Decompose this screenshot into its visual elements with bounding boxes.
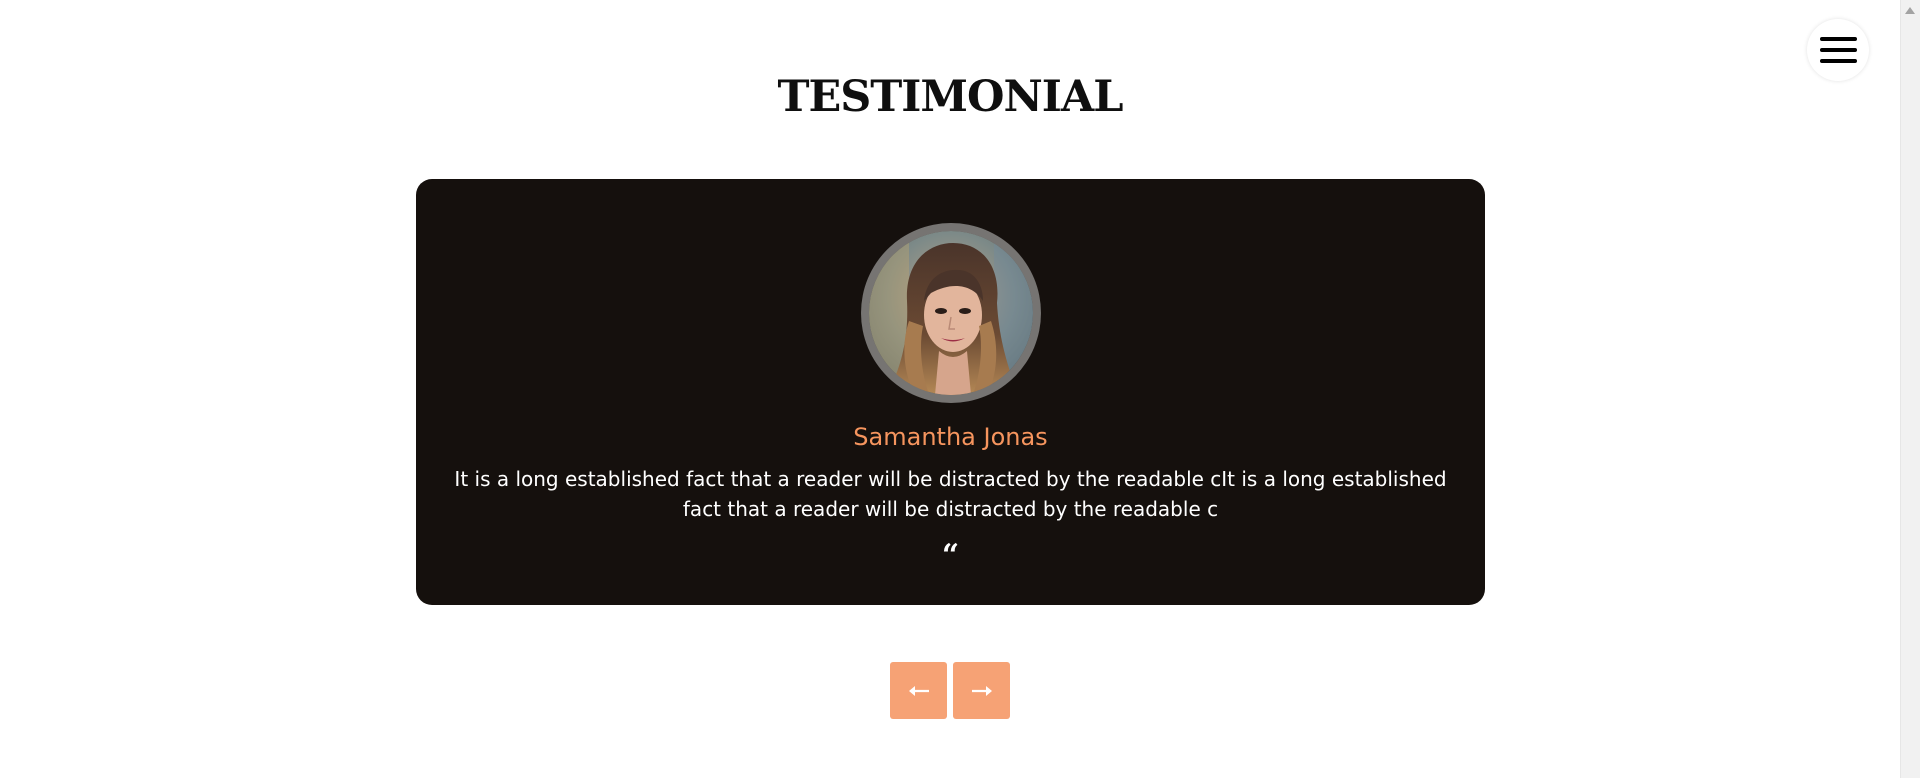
hamburger-icon-bar <box>1819 37 1857 41</box>
hamburger-icon-bar <box>1819 48 1857 52</box>
arrow-left-icon <box>908 685 929 696</box>
next-button[interactable] <box>953 662 1010 719</box>
previous-button[interactable] <box>890 662 947 719</box>
avatar <box>869 231 1033 395</box>
section-title: TESTIMONIAL <box>777 72 1123 122</box>
arrow-right-icon <box>971 685 992 696</box>
testimonial-card: Samantha Jonas It is a long established … <box>416 179 1485 605</box>
testimonial-text: It is a long established fact that a rea… <box>454 467 1447 521</box>
testimonial-author-name: Samantha Jonas <box>853 423 1048 451</box>
scroll-up-arrow-icon[interactable] <box>1905 7 1915 14</box>
quote-icon: “ <box>941 538 960 573</box>
portrait-image <box>869 231 1033 395</box>
scrollbar[interactable] <box>1900 0 1920 778</box>
avatar-ring <box>861 223 1041 403</box>
page: TESTIMONIAL Samantha Jonas It is a long … <box>0 0 1920 778</box>
hamburger-icon-bar <box>1819 59 1857 63</box>
